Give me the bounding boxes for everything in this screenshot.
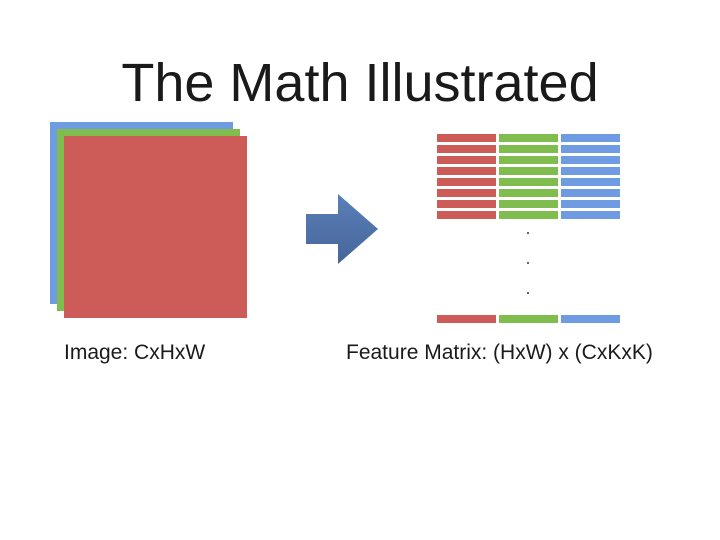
matrix-row-red	[437, 211, 496, 219]
matrix-row-green	[499, 189, 558, 197]
matrix-last-row-red	[437, 315, 496, 323]
ellipsis-dot	[527, 232, 529, 234]
matrix-row-blue	[561, 178, 620, 186]
matrix-row-blue	[561, 200, 620, 208]
right-arrow-icon	[306, 194, 378, 264]
matrix-row-red	[437, 200, 496, 208]
matrix-row-blue	[561, 189, 620, 197]
matrix-row-red	[437, 156, 496, 164]
matrix-row-green	[499, 156, 558, 164]
matrix-row-green	[499, 167, 558, 175]
matrix-row-red	[437, 167, 496, 175]
matrix-row-green	[499, 200, 558, 208]
matrix-last-row-green	[499, 315, 558, 323]
matrix-row-red	[437, 134, 496, 142]
matrix-row-blue	[561, 156, 620, 164]
feature-matrix	[437, 134, 621, 326]
ellipsis-dot	[527, 292, 529, 294]
matrix-label: Feature Matrix: (HxW) x (CxKxK)	[346, 341, 653, 364]
matrix-row-blue	[561, 145, 620, 153]
ellipsis-dot	[527, 262, 529, 264]
matrix-row-green	[499, 145, 558, 153]
matrix-row-blue	[561, 167, 620, 175]
image-label: Image: CxHxW	[64, 341, 206, 364]
matrix-row-red	[437, 178, 496, 186]
matrix-row-green	[499, 211, 558, 219]
red-channel-layer	[64, 136, 247, 318]
matrix-row-blue	[561, 134, 620, 142]
matrix-last-row-blue	[561, 315, 620, 323]
matrix-row-green	[499, 134, 558, 142]
matrix-row-red	[437, 145, 496, 153]
matrix-row-blue	[561, 211, 620, 219]
slide-title: The Math Illustrated	[121, 53, 599, 113]
matrix-row-red	[437, 189, 496, 197]
matrix-row-green	[499, 178, 558, 186]
